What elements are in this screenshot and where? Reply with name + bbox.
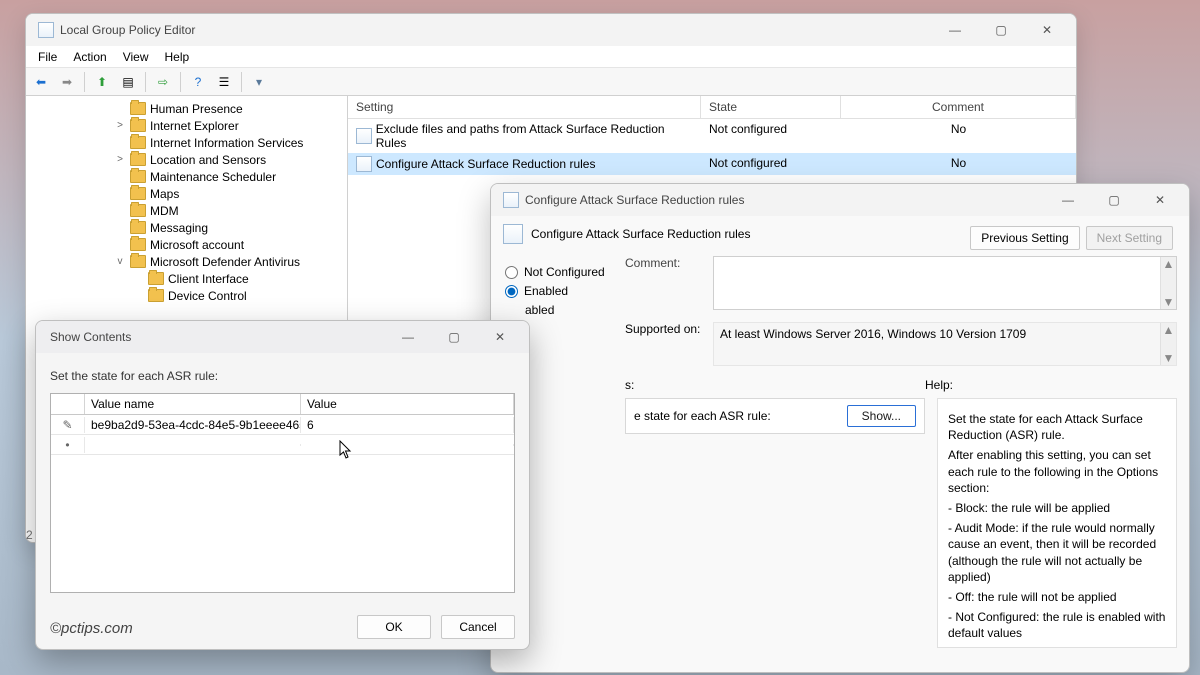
- help-panel: Set the state for each Attack Surface Re…: [937, 398, 1177, 648]
- filter-icon[interactable]: ▾: [248, 71, 270, 93]
- col-comment[interactable]: Comment: [841, 96, 1076, 118]
- cancel-button[interactable]: Cancel: [441, 615, 515, 639]
- close-button[interactable]: ✕: [1024, 15, 1070, 45]
- grid-row[interactable]: ✎be9ba2d9-53ea-4cdc-84e5-9b1eeee465506: [51, 415, 514, 435]
- gp-menubar: File Action View Help: [26, 46, 1076, 68]
- menu-file[interactable]: File: [30, 48, 65, 66]
- tree-item[interactable]: >Internet Explorer: [26, 117, 347, 134]
- minimize-button[interactable]: —: [932, 15, 978, 45]
- tree-item[interactable]: Client Interface: [26, 270, 347, 287]
- tree-item[interactable]: Microsoft account: [26, 236, 347, 253]
- sc-title: Show Contents: [42, 330, 385, 344]
- forward-icon[interactable]: ➡: [56, 71, 78, 93]
- supported-value: At least Windows Server 2016, Windows 10…: [713, 322, 1177, 366]
- next-setting-button[interactable]: Next Setting: [1086, 226, 1173, 250]
- show-contents-dialog: Show Contents — ▢ ✕ Set the state for ea…: [35, 320, 530, 650]
- asr-maximize-button[interactable]: ▢: [1091, 185, 1137, 215]
- asr-minimize-button[interactable]: —: [1045, 185, 1091, 215]
- radio-disabled[interactable]: abled: [505, 303, 625, 317]
- tree-item[interactable]: Messaging: [26, 219, 347, 236]
- tree-item[interactable]: vMicrosoft Defender Antivirus: [26, 253, 347, 270]
- help-heading: Help:: [925, 378, 953, 392]
- corner-number: 2: [26, 528, 33, 542]
- asr-close-button[interactable]: ✕: [1137, 185, 1183, 215]
- gp-app-icon: [38, 22, 54, 38]
- options-heading: s:: [625, 378, 925, 392]
- help-icon[interactable]: ?: [187, 71, 209, 93]
- watermark: ©pctips.com: [50, 620, 133, 637]
- scrollbar[interactable]: ▲▼: [1160, 257, 1176, 309]
- sc-maximize-button[interactable]: ▢: [431, 322, 477, 352]
- back-icon[interactable]: ⬅: [30, 71, 52, 93]
- menu-action[interactable]: Action: [65, 48, 114, 66]
- sc-minimize-button[interactable]: —: [385, 322, 431, 352]
- tree-item[interactable]: >Location and Sensors: [26, 151, 347, 168]
- col-value[interactable]: Value: [301, 394, 514, 414]
- asr-title: Configure Attack Surface Reduction rules: [525, 193, 1045, 207]
- properties-icon[interactable]: ☰: [213, 71, 235, 93]
- col-state[interactable]: State: [701, 96, 841, 118]
- sc-instruction: Set the state for each ASR rule:: [50, 369, 515, 383]
- asr-sub-icon: [503, 224, 523, 244]
- gp-toolbar: ⬅ ➡ ⬆ ▤ ⇨ ? ☰ ▾: [26, 68, 1076, 96]
- tree-item[interactable]: Maps: [26, 185, 347, 202]
- sc-close-button[interactable]: ✕: [477, 322, 523, 352]
- menu-help[interactable]: Help: [157, 48, 198, 66]
- tree-item[interactable]: MDM: [26, 202, 347, 219]
- asr-app-icon: [503, 192, 519, 208]
- tree-item[interactable]: Human Presence: [26, 100, 347, 117]
- comment-label: Comment:: [625, 256, 713, 270]
- asr-titlebar: Configure Attack Surface Reduction rules…: [491, 184, 1189, 216]
- supported-label: Supported on:: [625, 322, 713, 366]
- radio-not-configured[interactable]: Not Configured: [505, 265, 625, 279]
- sc-titlebar: Show Contents — ▢ ✕: [36, 321, 529, 353]
- list-header: Setting State Comment: [348, 96, 1076, 119]
- grid-row[interactable]: •: [51, 435, 514, 455]
- previous-setting-button[interactable]: Previous Setting: [970, 226, 1079, 250]
- show-button[interactable]: Show...: [847, 405, 916, 427]
- tree-item[interactable]: Internet Information Services: [26, 134, 347, 151]
- sc-grid[interactable]: Value name Value ✎be9ba2d9-53ea-4cdc-84e…: [50, 393, 515, 593]
- col-value-name[interactable]: Value name: [85, 394, 301, 414]
- radio-enabled[interactable]: Enabled: [505, 284, 625, 298]
- show-hide-tree-icon[interactable]: ▤: [117, 71, 139, 93]
- export-icon[interactable]: ⇨: [152, 71, 174, 93]
- configure-asr-dialog: Configure Attack Surface Reduction rules…: [490, 183, 1190, 673]
- gp-titlebar: Local Group Policy Editor — ▢ ✕: [26, 14, 1076, 46]
- scrollbar[interactable]: ▲▼: [1160, 323, 1176, 365]
- options-row-label: e state for each ASR rule:: [634, 409, 771, 423]
- maximize-button[interactable]: ▢: [978, 15, 1024, 45]
- menu-view[interactable]: View: [115, 48, 157, 66]
- asr-subtitle: Configure Attack Surface Reduction rules: [531, 227, 750, 241]
- up-icon[interactable]: ⬆: [91, 71, 113, 93]
- gp-title: Local Group Policy Editor: [60, 23, 932, 37]
- asr-nav: Previous Setting Next Setting: [970, 226, 1173, 250]
- tree-item[interactable]: Maintenance Scheduler: [26, 168, 347, 185]
- col-setting[interactable]: Setting: [348, 96, 701, 118]
- options-row: e state for each ASR rule: Show...: [625, 398, 925, 434]
- list-row[interactable]: Exclude files and paths from Attack Surf…: [348, 119, 1076, 153]
- grid-header: Value name Value: [51, 394, 514, 415]
- comment-textarea[interactable]: ▲▼: [713, 256, 1177, 310]
- ok-button[interactable]: OK: [357, 615, 431, 639]
- list-row[interactable]: Configure Attack Surface Reduction rules…: [348, 153, 1076, 175]
- tree-item[interactable]: Device Control: [26, 287, 347, 304]
